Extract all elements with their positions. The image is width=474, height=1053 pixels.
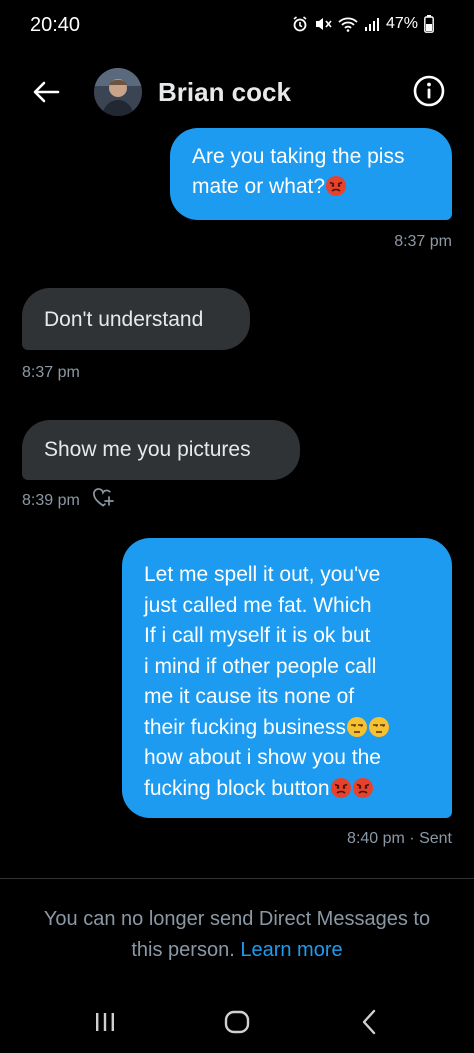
dm-disabled-notice: You can no longer send Direct Messages t… — [0, 904, 474, 966]
message-text-line: mate or what? — [192, 172, 430, 202]
back-icon[interactable] — [350, 1004, 390, 1040]
notice-text: this person. — [131, 939, 241, 961]
message-text-fragment: fucking block button — [144, 776, 330, 800]
message-timestamp: 8:40 pm · Sent — [347, 830, 452, 847]
avatar[interactable] — [94, 68, 142, 116]
message-text-line: Are you taking the piss — [192, 145, 405, 168]
message-timestamp: 8:37 pm — [394, 233, 452, 250]
add-reaction-heart-icon[interactable] — [92, 488, 114, 513]
contact-name[interactable]: Brian cock — [158, 77, 291, 108]
message-text-line: i mind if other people call — [144, 654, 377, 678]
message-bubble-sent[interactable]: Are you taking the piss mate or what? — [170, 128, 452, 220]
message-text-line: If i call myself it is ok but — [144, 624, 371, 647]
message-text-line: how about i show you the — [144, 746, 381, 769]
message-text-fragment: mate or what? — [192, 175, 326, 198]
message-text-line: me it cause its none of — [144, 685, 355, 708]
mute-icon — [314, 16, 332, 32]
message-timestamp: 8:39 pm — [22, 491, 80, 509]
signal-icon — [364, 16, 380, 32]
home-icon[interactable] — [217, 1004, 257, 1040]
learn-more-link[interactable]: Learn more — [240, 939, 342, 961]
message-text-line: fucking block button — [144, 774, 430, 805]
system-nav-bar — [0, 990, 474, 1053]
status-time: 20:40 — [30, 14, 81, 36]
unamused-face-emoji-icon — [346, 716, 368, 738]
message-bubble-received[interactable]: Show me you pictures — [22, 420, 300, 480]
message-timestamp: 8:37 pm — [22, 364, 80, 381]
wifi-icon — [338, 16, 358, 32]
message-meta-row: 8:39 pm — [22, 488, 114, 513]
battery-percentage: 47% — [385, 15, 418, 32]
recent-apps-icon[interactable] — [85, 1004, 125, 1040]
angry-face-emoji-icon — [325, 175, 347, 197]
message-text-line: their fucking business — [144, 713, 430, 744]
info-icon[interactable] — [412, 74, 446, 108]
angry-face-emoji-icon — [330, 777, 352, 799]
message-text-line: Let me spell it out, you've — [144, 563, 381, 586]
message-text-line: Don't understand — [44, 308, 204, 331]
message-bubble-sent[interactable]: Let me spell it out, you've just called … — [122, 538, 452, 818]
notice-line-2: this person. Learn more — [0, 935, 474, 966]
unamused-face-emoji-icon — [368, 716, 390, 738]
message-bubble-received[interactable]: Don't understand — [22, 288, 250, 350]
divider — [0, 878, 474, 879]
message-text-line: Show me you pictures — [44, 438, 251, 461]
conversation-header: Brian cock — [0, 60, 474, 124]
angry-face-emoji-icon — [352, 777, 374, 799]
status-bar: 20:40 47% — [0, 0, 474, 52]
status-icons: 47% — [292, 15, 434, 33]
message-text-fragment: their fucking business — [144, 715, 346, 739]
notice-line-1: You can no longer send Direct Messages t… — [43, 908, 431, 930]
battery-icon — [424, 15, 434, 33]
alarm-icon — [292, 16, 308, 32]
back-arrow-icon[interactable] — [28, 74, 64, 110]
message-text-line: just called me fat. Which — [144, 593, 372, 617]
